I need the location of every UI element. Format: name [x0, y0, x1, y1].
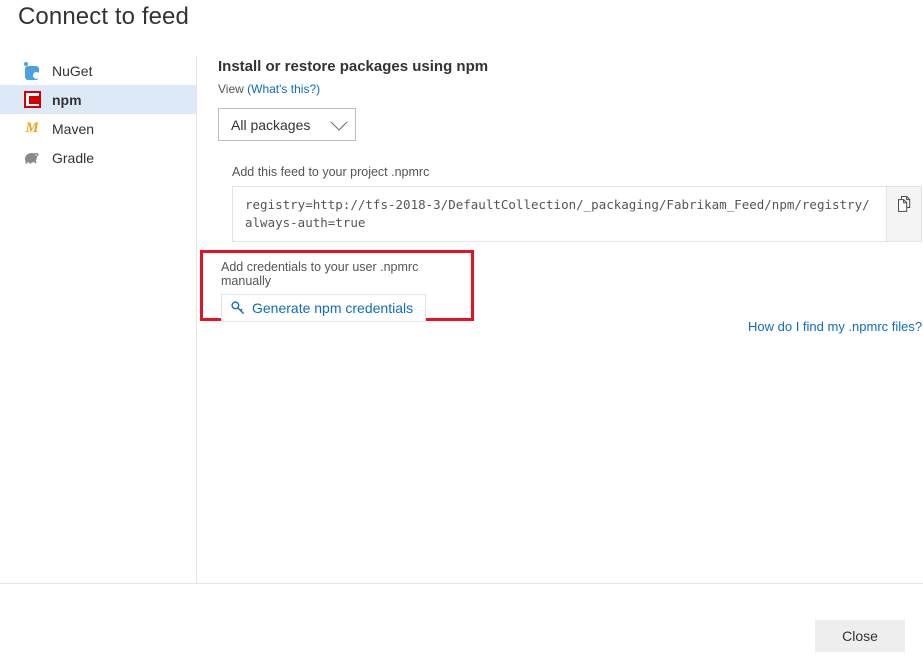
dropdown-value: All packages	[231, 116, 311, 133]
maven-icon: M	[25, 120, 39, 136]
generate-npm-credentials-button[interactable]: Generate npm credentials	[221, 294, 427, 322]
section-heading: Install or restore packages using npm	[218, 58, 489, 75]
npm-icon	[22, 90, 42, 110]
always-auth-line: always-auth=true	[245, 215, 366, 230]
nuget-icon	[22, 61, 42, 81]
chevron-down-icon	[330, 113, 348, 131]
view-label: View	[218, 82, 248, 96]
sidebar-item-label: Maven	[52, 120, 95, 137]
sidebar-item-label: NuGet	[52, 62, 93, 79]
copy-icon	[897, 196, 912, 217]
generate-credentials-label: Generate npm credentials	[252, 300, 414, 316]
sidebar-item-gradle[interactable]: Gradle	[0, 143, 196, 172]
close-button[interactable]: Close	[815, 620, 905, 652]
footer-divider	[0, 583, 923, 584]
main-content: Install or restore packages using npm Vi…	[218, 56, 922, 242]
registry-line: registry=http://tfs-2018-3/DefaultCollec…	[245, 197, 870, 212]
gradle-icon	[22, 148, 42, 168]
whats-this-link[interactable]: (What's this?)	[247, 82, 320, 96]
sidebar-item-maven[interactable]: M Maven	[0, 114, 196, 143]
package-scope-dropdown[interactable]: All packages	[218, 108, 356, 141]
npmrc-config-row: registry=http://tfs-2018-3/DefaultCollec…	[232, 186, 922, 242]
sidebar-item-npm[interactable]: npm	[0, 85, 196, 114]
sidebar-item-label: Gradle	[52, 149, 95, 166]
copy-button[interactable]	[886, 187, 921, 241]
key-icon	[231, 301, 245, 315]
sidebar: NuGet npm M Maven Gradle	[0, 56, 197, 583]
page-title: Connect to feed	[18, 3, 189, 30]
sidebar-item-label: npm	[52, 91, 82, 108]
view-line: View (What's this?)	[218, 80, 908, 98]
sidebar-item-nuget[interactable]: NuGet	[0, 56, 196, 85]
npmrc-config-text[interactable]: registry=http://tfs-2018-3/DefaultCollec…	[233, 187, 886, 241]
credentials-highlight-box: Add credentials to your user .npmrc manu…	[200, 250, 474, 322]
npmrc-help-link[interactable]: How do I find my .npmrc files?	[748, 319, 922, 334]
feed-instruction-label: Add this feed to your project .npmrc	[232, 165, 430, 179]
credentials-label: Add credentials to your user .npmrc manu…	[221, 260, 419, 288]
